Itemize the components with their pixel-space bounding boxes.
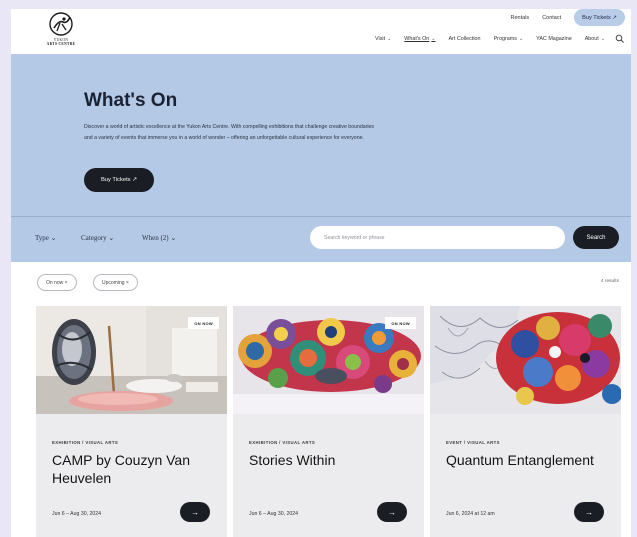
event-title[interactable]: Stories Within bbox=[249, 451, 419, 469]
event-card[interactable]: ON NOW EXHIBITION / VISUAL ARTS Stories … bbox=[233, 306, 424, 537]
page-title: What's On bbox=[84, 90, 178, 111]
event-date: Jun 6 – Aug 30, 2024 bbox=[52, 511, 102, 517]
logo-text-line2: ARTS CENTRE bbox=[46, 42, 76, 46]
nav-label: What's On bbox=[404, 36, 430, 42]
event-date: Jun 6, 2024 at 12 am bbox=[446, 511, 495, 517]
results-count: 4 results bbox=[600, 279, 619, 284]
filter-category-dropdown[interactable]: Category ⌄ bbox=[81, 234, 114, 242]
event-category: EXHIBITION / VISUAL ARTS bbox=[249, 440, 316, 445]
event-title[interactable]: Quantum Entanglement bbox=[446, 451, 616, 469]
arrow-right-icon[interactable]: → bbox=[574, 502, 604, 522]
event-image: ON NOW bbox=[233, 306, 424, 414]
event-card[interactable]: EVENT / VISUAL ARTS Quantum Entanglement… bbox=[430, 306, 621, 537]
status-badge: ON NOW bbox=[385, 317, 416, 329]
event-image: ON NOW bbox=[36, 306, 227, 414]
nav-label: Art Collection bbox=[448, 36, 481, 42]
filter-bar: Type ⌄ Category ⌄ When (2) ⌄ Search keyw… bbox=[11, 216, 631, 262]
chip-on-now[interactable]: On now × bbox=[37, 274, 77, 291]
arrow-right-icon[interactable]: → bbox=[180, 502, 210, 522]
nav-yac-magazine[interactable]: YAC Magazine bbox=[536, 36, 572, 42]
main-nav: Visit ⌄ What's On ⌄ Art Collection Program… bbox=[362, 34, 625, 44]
nav-label: Programs bbox=[493, 36, 517, 42]
nav-programs[interactable]: Programs ⌄ bbox=[494, 36, 524, 42]
dancer-logo-icon bbox=[49, 12, 73, 36]
nav-art-collection[interactable]: Art Collection bbox=[449, 36, 481, 42]
nav-visit[interactable]: Visit ⌄ bbox=[375, 36, 391, 42]
site-header: YUKON ARTS CENTRE Rentals Contact Buy Ti… bbox=[11, 9, 631, 54]
buy-tickets-header-button[interactable]: Buy Tickets ↗ bbox=[574, 9, 625, 26]
nav-whats-on[interactable]: What's On ⌄ bbox=[404, 36, 435, 42]
event-category: EVENT / VISUAL ARTS bbox=[446, 440, 500, 445]
nav-label: YAC Magazine bbox=[536, 36, 572, 42]
filter-label: When (2) bbox=[142, 234, 169, 242]
status-badge: ON NOW bbox=[188, 317, 219, 329]
nav-label: About bbox=[584, 36, 599, 42]
search-button[interactable]: Search bbox=[573, 226, 619, 249]
filter-when-dropdown[interactable]: When (2) ⌄ bbox=[142, 234, 176, 242]
event-date: Jun 6 – Aug 30, 2024 bbox=[249, 511, 299, 517]
chevron-down-icon: ⌄ bbox=[170, 234, 177, 242]
search-icon[interactable] bbox=[615, 34, 625, 44]
event-image bbox=[430, 306, 621, 414]
utility-links: Rentals Contact Buy Tickets ↗ bbox=[511, 9, 625, 26]
chevron-down-icon: ⌄ bbox=[387, 36, 392, 42]
search-input[interactable]: Search keyword or phrase bbox=[310, 226, 565, 249]
arrow-right-icon[interactable]: → bbox=[377, 502, 407, 522]
chevron-down-icon: ⌄ bbox=[600, 36, 605, 42]
event-card[interactable]: ON NOW EXHIBITION / VISUAL ARTS CAMP by … bbox=[36, 306, 227, 537]
filter-label: Type bbox=[35, 234, 49, 242]
chevron-down-icon: ⌄ bbox=[108, 234, 115, 242]
chevron-down-icon: ⌄ bbox=[518, 36, 524, 42]
rentals-link[interactable]: Rentals bbox=[511, 15, 530, 21]
hero-section: What's On Discover a world of artistic e… bbox=[11, 54, 631, 216]
nav-label: Visit bbox=[375, 36, 386, 42]
filter-label: Category bbox=[81, 234, 107, 242]
buy-tickets-hero-button[interactable]: Buy Tickets ↗ bbox=[84, 168, 154, 192]
site-logo[interactable]: YUKON ARTS CENTRE bbox=[31, 11, 91, 51]
hero-description: Discover a world of artistic excellence … bbox=[84, 124, 374, 141]
contact-link[interactable]: Contact bbox=[542, 15, 561, 21]
chevron-down-icon: ⌄ bbox=[50, 234, 57, 242]
event-category: EXHIBITION / VISUAL ARTS bbox=[52, 440, 119, 445]
nav-about[interactable]: About ⌄ bbox=[585, 36, 605, 42]
filter-type-dropdown[interactable]: Type ⌄ bbox=[35, 234, 57, 242]
chevron-down-icon: ⌄ bbox=[431, 36, 436, 42]
page: YUKON ARTS CENTRE Rentals Contact Buy Ti… bbox=[11, 9, 631, 537]
chip-upcoming[interactable]: Upcoming × bbox=[93, 274, 138, 291]
event-title[interactable]: CAMP by Couzyn Van Heuvelen bbox=[52, 451, 222, 487]
